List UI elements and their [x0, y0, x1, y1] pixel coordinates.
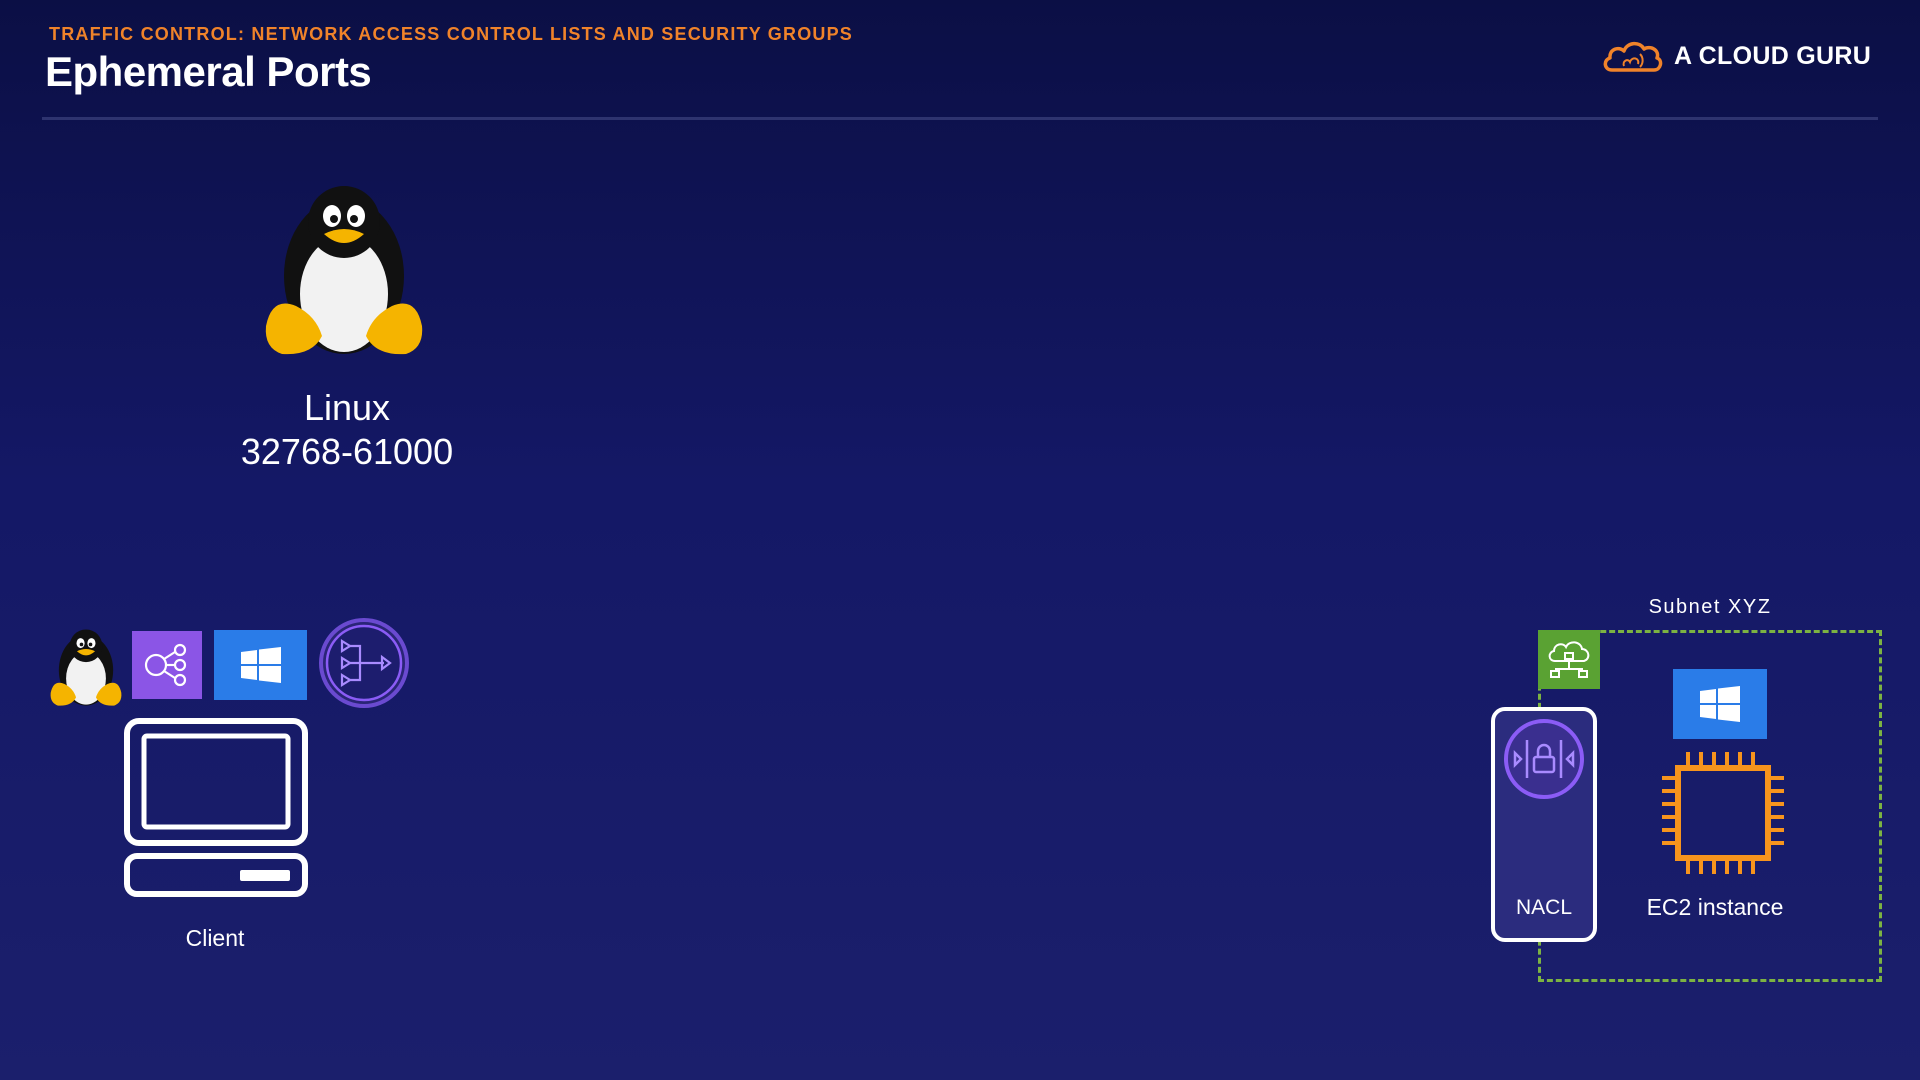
laptop-icon — [124, 718, 308, 897]
tux-penguin-icon — [50, 629, 122, 706]
brand-name: A CLOUD GURU — [1674, 41, 1872, 70]
nacl-lock-icon — [1504, 719, 1584, 799]
os-name: Linux — [303, 387, 391, 428]
windows-icon — [240, 647, 281, 683]
brand-logo: A CLOUD GURU — [1600, 36, 1871, 76]
subnet-label: Subnet XYZ — [1648, 596, 1772, 618]
tux-penguin-icon — [265, 186, 423, 355]
client-label: Client — [185, 925, 245, 951]
ec2-instance-label: EC2 instance — [1646, 894, 1784, 920]
routing-icon — [319, 618, 409, 708]
share-nodes-tile — [132, 631, 202, 699]
windows-tile — [1673, 669, 1767, 739]
section-kicker: TRAFFIC CONTROL: NETWORK ACCESS CONTROL … — [49, 24, 854, 44]
header-divider — [42, 117, 1878, 120]
ec2-chip-icon — [1662, 752, 1784, 874]
cloud-icon — [1603, 41, 1663, 72]
windows-tile — [214, 630, 307, 700]
ephemeral-port-range: 32768-61000 — [240, 431, 454, 472]
internet-gateway-tile — [1538, 630, 1600, 689]
page-title: Ephemeral Ports — [45, 48, 372, 95]
internet-gateway-icon — [1548, 640, 1590, 678]
windows-icon — [1700, 686, 1740, 722]
nacl-label: NACL — [1515, 896, 1573, 919]
share-nodes-icon — [144, 643, 187, 687]
